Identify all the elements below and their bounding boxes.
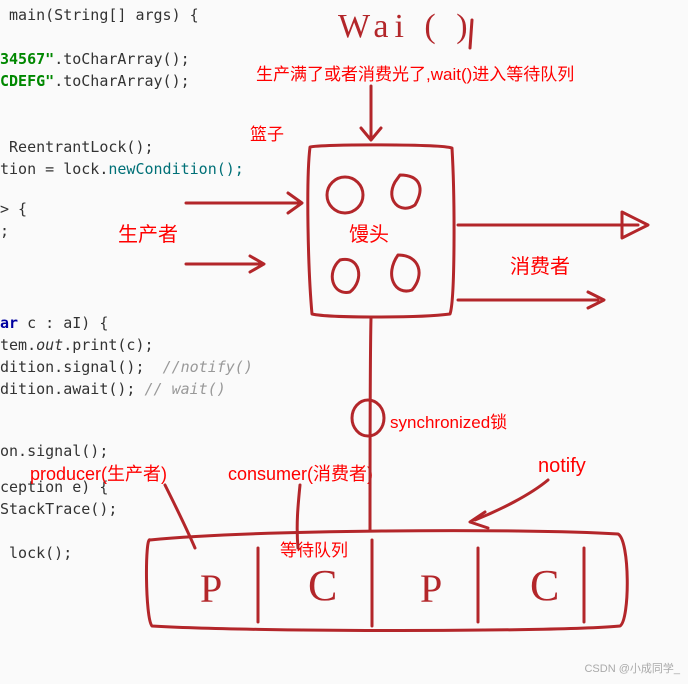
code-line: > { — [0, 198, 300, 220]
annotation-top: 生产满了或者消费光了,wait()进入等待队列 — [256, 60, 574, 85]
code-line: StackTrace(); — [0, 498, 300, 520]
code-line: 34567".toCharArray(); — [0, 48, 300, 70]
queue-letter-p2: P — [420, 565, 442, 612]
annotation-basket: 篮子 — [250, 120, 284, 145]
watermark: CSDN @小成同学_ — [584, 660, 680, 676]
annotation-producer: 生产者 — [118, 218, 178, 247]
code-line: dition.await(); // wait() — [0, 378, 300, 400]
annotation-consumer: 消费者 — [510, 250, 570, 279]
handwritten-wait: Wai ( ) — [338, 8, 474, 46]
annotation-notify: notify — [538, 455, 586, 478]
queue-letter-p1: P — [200, 565, 222, 612]
code-line: tion = lock.newCondition(); — [0, 158, 300, 180]
annotation-synclock: synchronized锁 — [390, 408, 507, 433]
code-line: ar c : aI) { — [0, 312, 300, 334]
code-line: tem.out.print(c); — [0, 334, 300, 356]
annotation-wait-queue: 等待队列 — [280, 536, 348, 561]
code-line: dition.signal(); //notify() — [0, 356, 300, 378]
code-line: main(String[] args) { — [0, 4, 300, 26]
code-line: lock(); — [0, 542, 300, 564]
queue-letter-c1: C — [308, 560, 337, 611]
annotation-mantou: 馒头 — [349, 218, 389, 247]
annotation-consumer-en: consumer(消费者) — [228, 460, 373, 486]
annotation-producer-en: producer(生产者) — [30, 460, 167, 486]
code-line: CDEFG".toCharArray(); — [0, 70, 300, 92]
code-line: on.signal(); — [0, 440, 300, 462]
queue-letter-c2: C — [530, 560, 559, 611]
